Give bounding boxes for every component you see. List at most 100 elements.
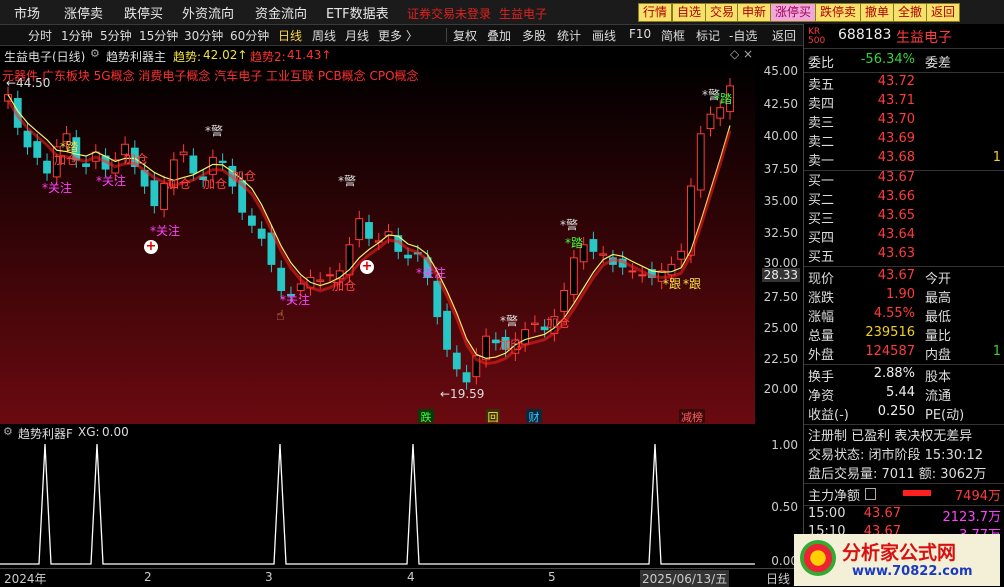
price-tick: 42.50	[763, 97, 798, 111]
price-tick: 37.50	[763, 162, 798, 176]
stat-row: 净资 5.44 流通	[808, 385, 1001, 404]
period-60min[interactable]: 60分钟	[230, 27, 269, 44]
tool-mark[interactable]: 标记	[696, 27, 720, 44]
candle-body	[82, 163, 90, 167]
bid-price: 43.66	[877, 189, 915, 204]
tool-simple-frame[interactable]: 简框	[661, 27, 685, 44]
candle-body	[326, 274, 334, 277]
close-icon[interactable]: ×	[743, 47, 753, 61]
period-1min[interactable]: 1分钟	[61, 27, 93, 44]
limit-up-buy-button[interactable]: 涨停买	[770, 3, 817, 22]
period-weekly[interactable]: 周线	[312, 27, 336, 44]
quote-label: 涨幅	[808, 310, 835, 325]
tick-time: 15:10	[808, 524, 846, 534]
tool-unwatch[interactable]: -自选	[729, 27, 757, 44]
candle-body	[248, 215, 256, 226]
candle-body	[667, 263, 676, 276]
candle-body	[628, 270, 637, 273]
tool-back[interactable]: 返回	[772, 27, 796, 44]
warn-annotation: *警	[500, 314, 519, 328]
trade-button[interactable]: 交易	[705, 3, 740, 22]
stat-row: 换手 2.88% 股本	[808, 366, 1001, 385]
chart-toggle-icon[interactable]	[865, 488, 876, 500]
tool-stats[interactable]: 统计	[557, 27, 581, 44]
quote-row: 现价 43.67 今开	[808, 268, 1001, 287]
candle-body	[189, 155, 198, 174]
event-fall-marker[interactable]: 跌	[418, 409, 434, 424]
net-flow-label: 主力净额	[808, 489, 861, 504]
after-hours-info: 盘后交易量: 7011 额: 3062万	[808, 467, 987, 482]
quote-label: 内盘	[925, 348, 952, 363]
badge-number: 500	[808, 36, 826, 46]
order-ratio-value: -56.34%	[860, 52, 915, 67]
indicator-panel[interactable]: ⚙ 趋势利器F XG: 0.00	[0, 424, 755, 568]
candle-body	[33, 141, 42, 158]
diamond-icon[interactable]: ◇	[730, 47, 739, 61]
period-monthly[interactable]: 月线	[345, 27, 369, 44]
candle-body	[277, 267, 286, 291]
board-badge: KR 500	[808, 28, 825, 46]
ask-label: 卖三	[808, 116, 835, 131]
ask-row: 卖一 43.68 1	[808, 150, 1001, 169]
xg-signal-line	[0, 443, 755, 565]
kline-chart[interactable]: 生益电子(日线) ⚙ 趋势利器主 趋势: 42.02↑ 趋势2: 41.43↑ …	[0, 46, 755, 424]
candle-body	[365, 222, 373, 239]
quote-button[interactable]: 行情	[638, 3, 673, 22]
cursor-hand-icon: ☝	[276, 308, 285, 324]
trade-login-link[interactable]: 证券交易未登录	[407, 5, 491, 22]
quote-value: 43.67	[877, 268, 915, 283]
candle-body	[179, 151, 188, 156]
candle-body	[706, 113, 715, 130]
period-15min[interactable]: 15分钟	[139, 27, 178, 44]
event-return-marker[interactable]: 回	[486, 409, 500, 424]
cancel-all-button[interactable]: 全撤	[893, 3, 928, 22]
stock-name-link[interactable]: 生益电子	[499, 5, 547, 22]
menu-limit-down-buy[interactable]: 跌停买	[124, 3, 163, 22]
candle-body	[696, 133, 705, 191]
menu-etf-table[interactable]: ETF数据表	[326, 3, 389, 22]
menu-market[interactable]: 市场	[14, 3, 40, 22]
tool-multi[interactable]: 多股	[522, 27, 546, 44]
menu-limit-up-sell[interactable]: 涨停卖	[64, 3, 103, 22]
date-tick: 5	[548, 570, 556, 584]
tool-adjust[interactable]: 复权	[453, 27, 477, 44]
indicator-value-label: XG:	[78, 425, 100, 439]
hold-annotation: *踏	[565, 236, 584, 250]
tool-draw[interactable]: 画线	[592, 27, 616, 44]
period-5min[interactable]: 5分钟	[100, 27, 132, 44]
indicator-svg	[0, 443, 755, 565]
watch-annotation: *关注	[96, 174, 127, 188]
bid-price: 43.65	[877, 208, 915, 223]
quote-value: 1.90	[886, 287, 915, 302]
net-flow-bar	[903, 490, 931, 496]
cancel-order-button[interactable]: 撤单	[860, 3, 895, 22]
divider	[804, 364, 1004, 365]
registration-info: 注册制 已盈利 表决权无差异	[808, 429, 973, 444]
limit-down-sell-button[interactable]: 跌停卖	[815, 3, 862, 22]
subscribe-button[interactable]: 申新	[737, 3, 772, 22]
period-daily[interactable]: 日线	[278, 27, 302, 44]
period-more[interactable]: 更多 〉	[378, 27, 418, 44]
settings-icon[interactable]: ⚙	[3, 425, 13, 438]
menu-foreign-flow[interactable]: 外资流向	[182, 3, 234, 22]
tool-f10[interactable]: F10	[629, 27, 651, 41]
event-list-marker[interactable]: 减榜	[679, 409, 705, 424]
menu-capital-flow[interactable]: 资金流向	[255, 3, 307, 22]
ask-label: 卖五	[808, 78, 835, 93]
tick-amount: 3.77万	[959, 524, 1001, 534]
candle-body	[638, 274, 647, 277]
period-timeshare[interactable]: 分时	[28, 27, 52, 44]
period-30min[interactable]: 30分钟	[184, 27, 223, 44]
tool-overlay[interactable]: 叠加	[487, 27, 511, 44]
tick-amount: 2123.7万	[942, 510, 1002, 525]
bid-label: 买一	[808, 174, 835, 189]
settings-icon[interactable]: ⚙	[90, 47, 100, 60]
watchlist-button[interactable]: 自选	[672, 3, 707, 22]
bid-price: 43.63	[877, 246, 915, 261]
back-button[interactable]: 返回	[926, 3, 961, 22]
quote-label: 最低	[925, 310, 952, 325]
warn-annotation: *警	[560, 218, 579, 232]
event-finance-marker[interactable]: 财	[526, 409, 542, 424]
hold-annotation: *踏	[714, 92, 733, 106]
ask-price: 43.68	[877, 150, 915, 165]
